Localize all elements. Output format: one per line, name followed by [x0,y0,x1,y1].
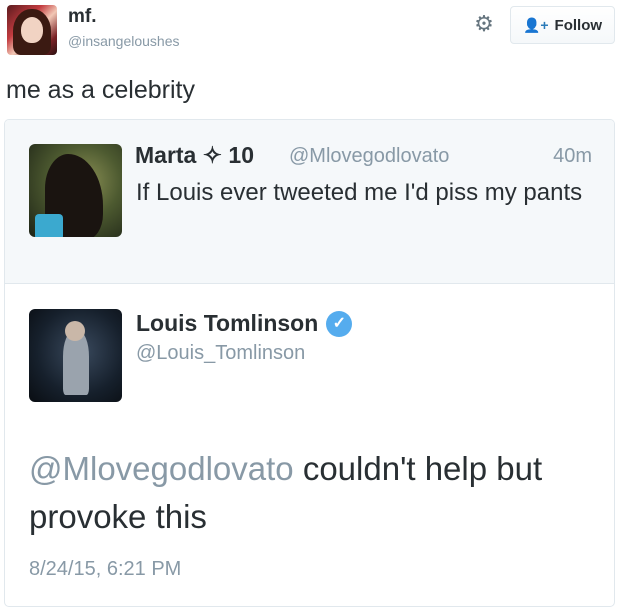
quoted-avatar[interactable] [29,144,122,237]
mention-link[interactable]: @Mlovegodlovato [29,450,294,487]
quoted-time[interactable]: 40m [553,145,592,168]
embedded-avatar[interactable] [29,309,122,402]
embedded-name[interactable]: Louis Tomlinson ✓ [136,310,353,337]
avatar-shirt-shape [35,214,63,237]
avatar-face-shape [21,17,43,43]
sparkle-icon: ✧ [202,142,223,168]
author-handle[interactable]: @insangeloushes [68,33,180,49]
quoted-name-text: Marta [135,142,197,168]
gear-icon[interactable]: ⚙ [472,12,496,36]
follow-button[interactable]: 👤+ Follow [510,6,615,44]
add-person-icon: 👤+ [522,16,549,33]
quoted-text: If Louis ever tweeted me I'd piss my pan… [136,179,583,206]
embedded-name-text: Louis Tomlinson [136,310,319,336]
tweet-text: me as a celebrity [6,76,195,104]
verified-icon: ✓ [326,310,353,337]
embedded-handle[interactable]: @Louis_Tomlinson [136,342,305,365]
author-name[interactable]: mf. [68,6,97,28]
quoted-tweet[interactable]: Marta ✧ 10 @Mlovegodlovato 40m If Louis … [5,120,614,284]
embedded-date[interactable]: 8/24/15, 6:21 PM [29,558,181,581]
quoted-handle[interactable]: @Mlovegodlovato [289,145,449,168]
avatar-head-shape [65,321,85,341]
quoted-badge-count: 10 [228,142,255,168]
tweet-page: mf. @insangeloushes ⚙ 👤+ Follow me as a … [0,0,625,609]
author-avatar[interactable] [7,5,57,55]
embedded-text: @Mlovegodlovato couldn't help but provok… [29,445,589,541]
quoted-name[interactable]: Marta ✧ 10 [135,142,254,169]
quote-card[interactable]: Marta ✧ 10 @Mlovegodlovato 40m If Louis … [4,119,615,607]
follow-label: Follow [554,16,603,34]
